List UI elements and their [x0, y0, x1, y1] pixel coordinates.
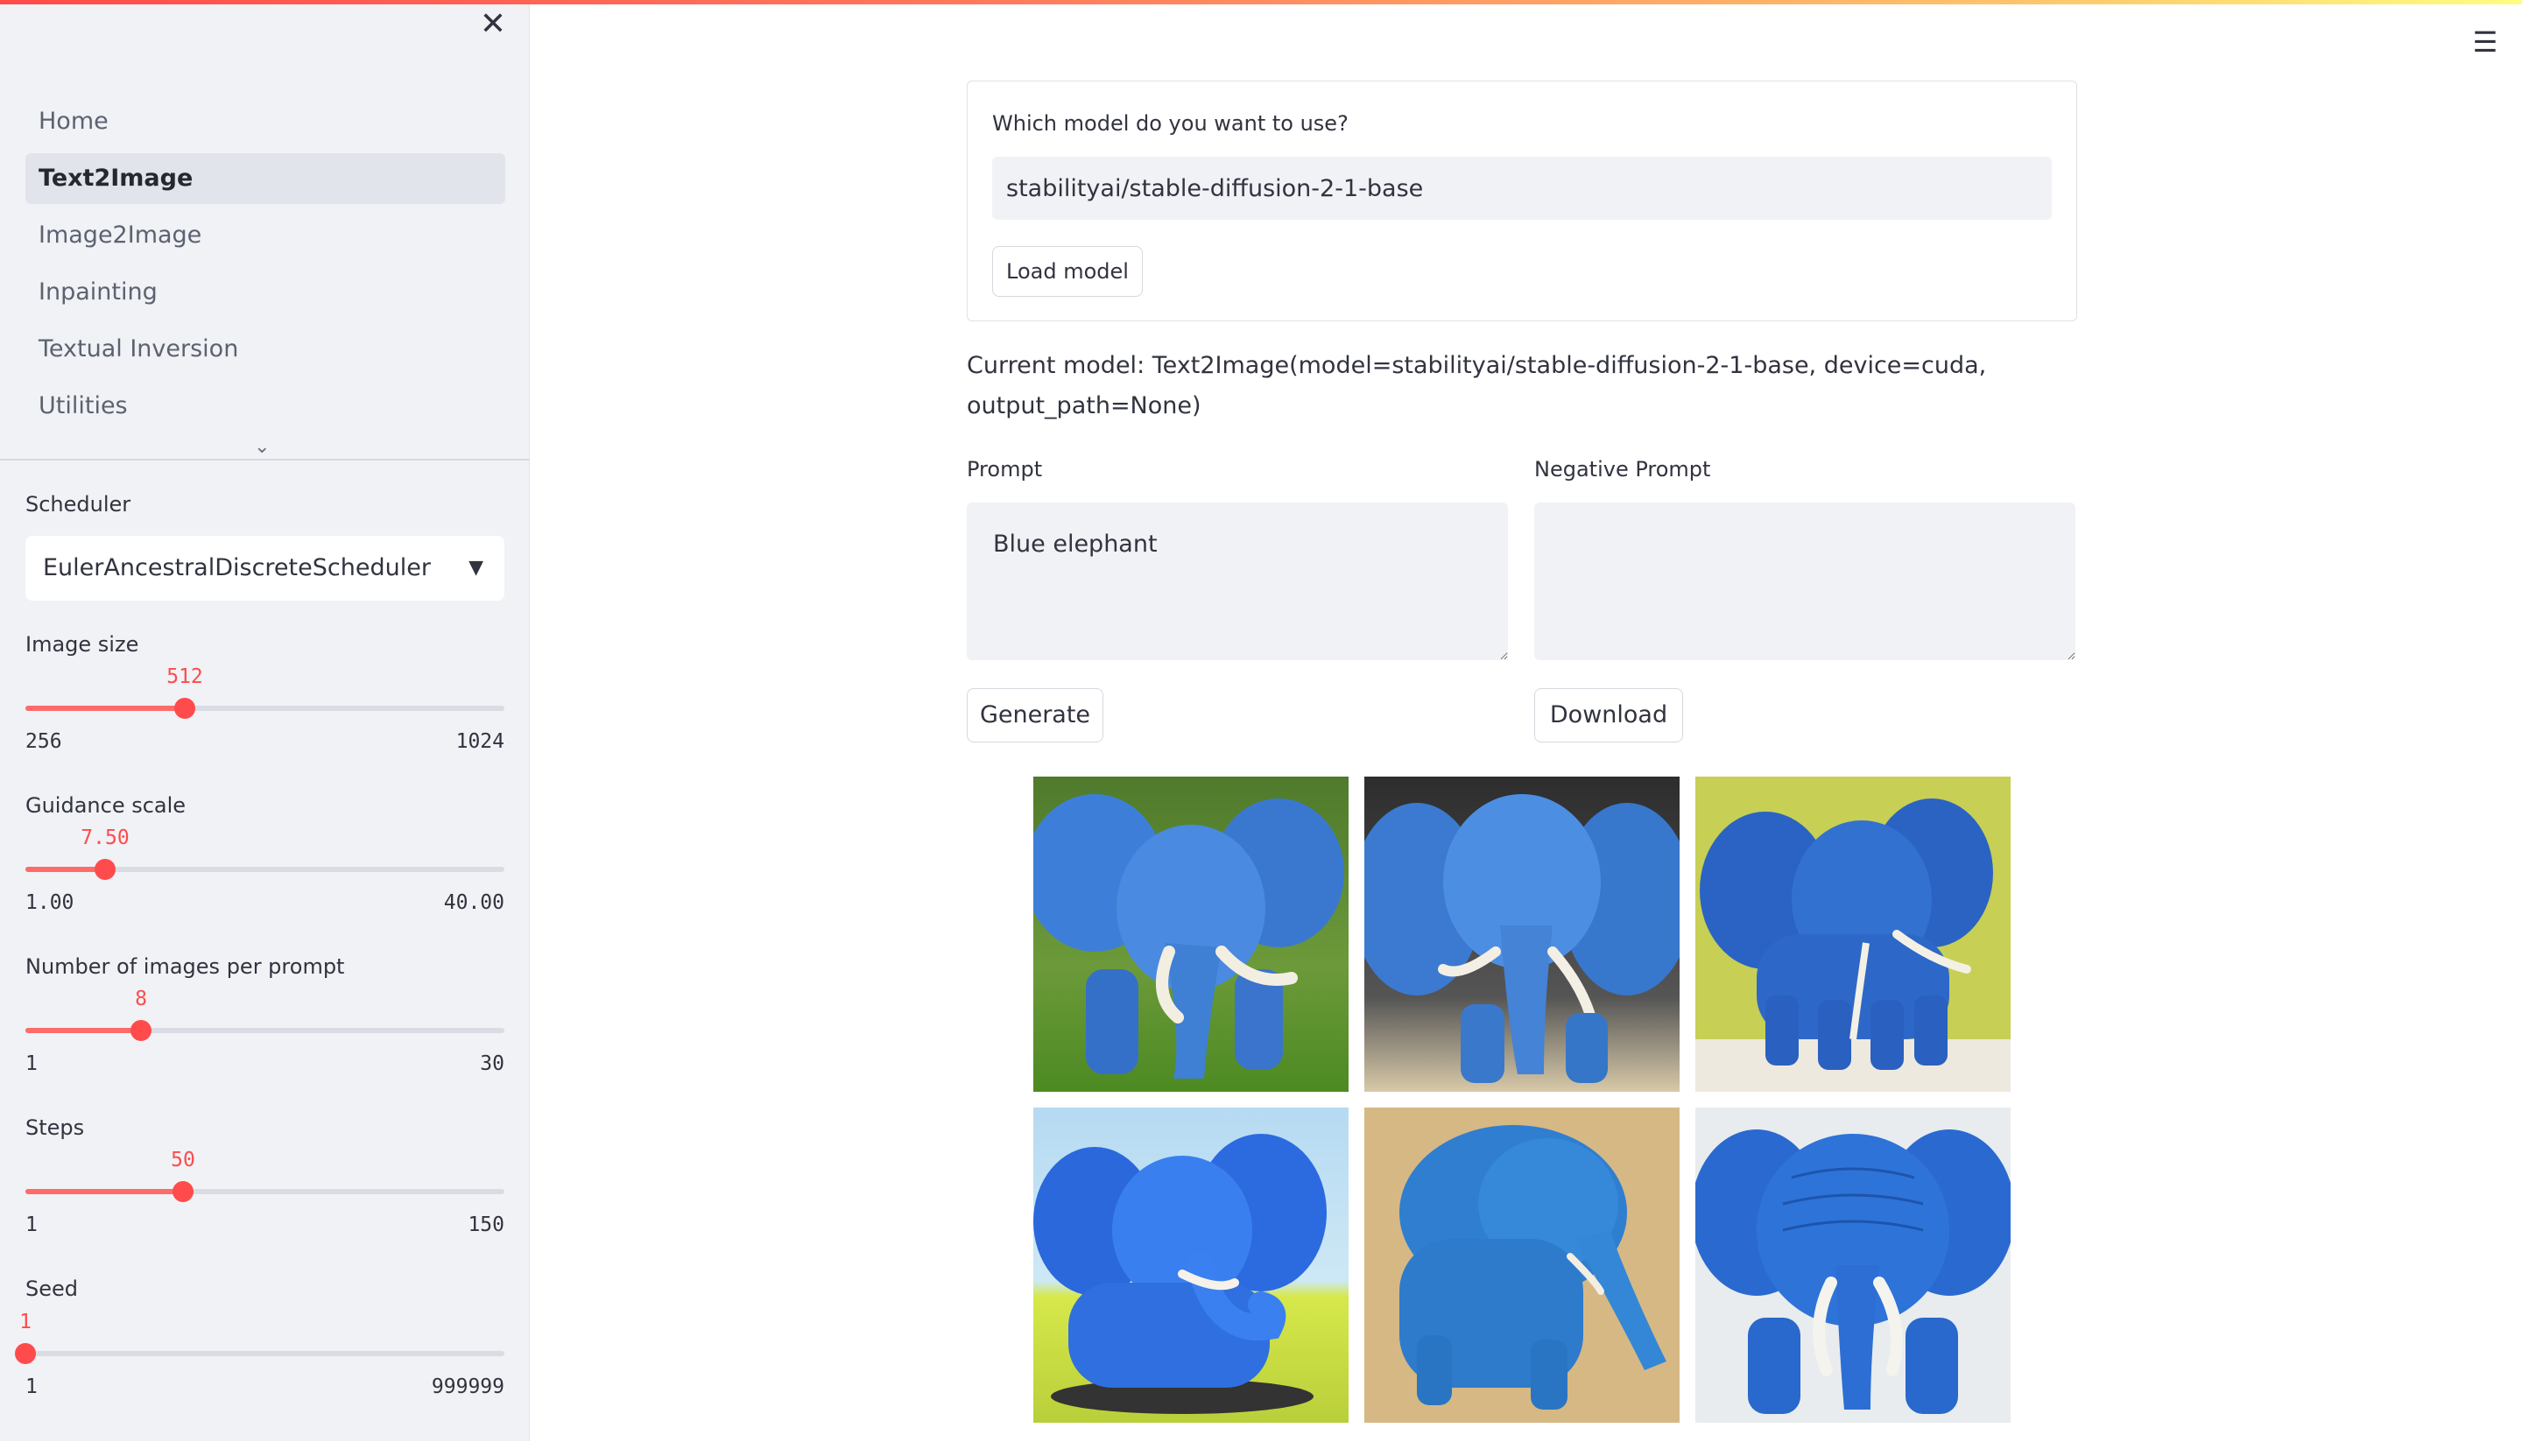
- generated-image[interactable]: [1695, 1108, 2011, 1423]
- generated-image[interactable]: [1364, 1108, 1680, 1423]
- slider-min: 256: [25, 730, 62, 753]
- slider-max: 999999: [431, 1375, 504, 1398]
- seed-slider[interactable]: 1 1 999999: [15, 1311, 504, 1456]
- top-decoration-bar: [0, 0, 2522, 4]
- elephant-image: [1364, 777, 1680, 1092]
- slider-max: 40.00: [443, 891, 504, 914]
- model-form: Which model do you want to use? Load mod…: [967, 81, 2077, 321]
- steps-label: Steps: [25, 1115, 85, 1140]
- slider-value: 512: [166, 665, 203, 688]
- slider-max: 30: [480, 1052, 504, 1075]
- sidebar: ✕ Home Text2Image Image2Image Inpainting…: [0, 0, 530, 1441]
- scheduler-value: EulerAncestralDiscreteScheduler: [43, 554, 431, 581]
- main-menu-button[interactable]: ☰: [2469, 26, 2501, 58]
- slider-thumb[interactable]: [15, 1343, 36, 1364]
- download-button[interactable]: Download: [1534, 688, 1683, 742]
- slider-thumb[interactable]: [130, 1020, 151, 1041]
- negative-prompt-textarea[interactable]: [1534, 503, 2075, 660]
- slider-fill: [25, 1028, 141, 1033]
- slider-value: 50: [171, 1149, 195, 1171]
- sidebar-item-text2image[interactable]: Text2Image: [25, 153, 505, 204]
- slider-min: 1.00: [25, 891, 74, 914]
- slider-value: 1: [19, 1311, 32, 1333]
- slider-min: 1: [25, 1052, 38, 1075]
- scheduler-label: Scheduler: [25, 492, 131, 517]
- guidance-scale-label: Guidance scale: [25, 793, 187, 818]
- prompt-label: Prompt: [967, 457, 1043, 482]
- steps-slider[interactable]: 50 1 150: [25, 1149, 504, 1294]
- current-model-text: Current model: Text2Image(model=stabilit…: [967, 352, 1987, 419]
- slider-value: 7.50: [81, 826, 130, 849]
- slider-value: 8: [135, 988, 147, 1010]
- slider-thumb[interactable]: [173, 1181, 194, 1202]
- negative-prompt-label: Negative Prompt: [1534, 457, 1711, 482]
- sidebar-item-inpainting[interactable]: Inpainting: [25, 267, 505, 318]
- seed-label: Seed: [25, 1277, 78, 1301]
- slider-thumb[interactable]: [95, 859, 116, 880]
- images-per-prompt-label: Number of images per prompt: [25, 954, 345, 979]
- scheduler-select[interactable]: EulerAncestralDiscreteScheduler ▼: [25, 536, 504, 601]
- model-input[interactable]: [992, 157, 2052, 220]
- elephant-image: [1033, 777, 1349, 1092]
- close-sidebar-button[interactable]: ✕: [476, 7, 511, 42]
- generated-image[interactable]: [1364, 777, 1680, 1092]
- elephant-image: [1364, 1108, 1680, 1423]
- model-label: Which model do you want to use?: [992, 111, 1349, 136]
- image-size-label: Image size: [25, 632, 139, 657]
- generated-image[interactable]: [1695, 777, 2011, 1092]
- sidebar-item-textual-inversion[interactable]: Textual Inversion: [25, 324, 505, 375]
- sidebar-nav: Home Text2Image Image2Image Inpainting T…: [25, 96, 505, 438]
- slider-thumb[interactable]: [174, 698, 195, 719]
- slider-max: 1024: [455, 730, 504, 753]
- close-icon: ✕: [479, 6, 507, 42]
- hamburger-menu-icon: ☰: [2472, 25, 2498, 59]
- sidebar-item-utilities[interactable]: Utilities: [25, 381, 505, 432]
- generate-button[interactable]: Generate: [967, 688, 1103, 742]
- sidebar-divider: [0, 459, 530, 461]
- generated-image[interactable]: [1033, 1108, 1349, 1423]
- sidebar-item-home[interactable]: Home: [25, 96, 505, 147]
- load-model-button[interactable]: Load model: [992, 246, 1143, 297]
- elephant-image: [1695, 777, 2011, 1092]
- slider-fill: [25, 1189, 183, 1194]
- elephant-image: [1033, 1108, 1349, 1423]
- slider-track[interactable]: [25, 1351, 504, 1356]
- elephant-image: [1695, 1108, 2011, 1423]
- slider-fill: [25, 706, 185, 711]
- slider-min: 1: [25, 1213, 38, 1236]
- slider-min: 1: [25, 1375, 38, 1398]
- caret-down-icon: ▼: [468, 557, 483, 579]
- slider-fill: [25, 867, 105, 872]
- image-gallery: [1033, 777, 2011, 1441]
- images-per-prompt-slider[interactable]: 8 1 30: [25, 988, 504, 1133]
- chevron-down-icon[interactable]: ⌄: [254, 436, 270, 458]
- slider-max: 150: [468, 1213, 504, 1236]
- sidebar-item-image2image[interactable]: Image2Image: [25, 210, 505, 261]
- prompt-textarea[interactable]: [967, 503, 1508, 660]
- generated-image[interactable]: [1033, 777, 1349, 1092]
